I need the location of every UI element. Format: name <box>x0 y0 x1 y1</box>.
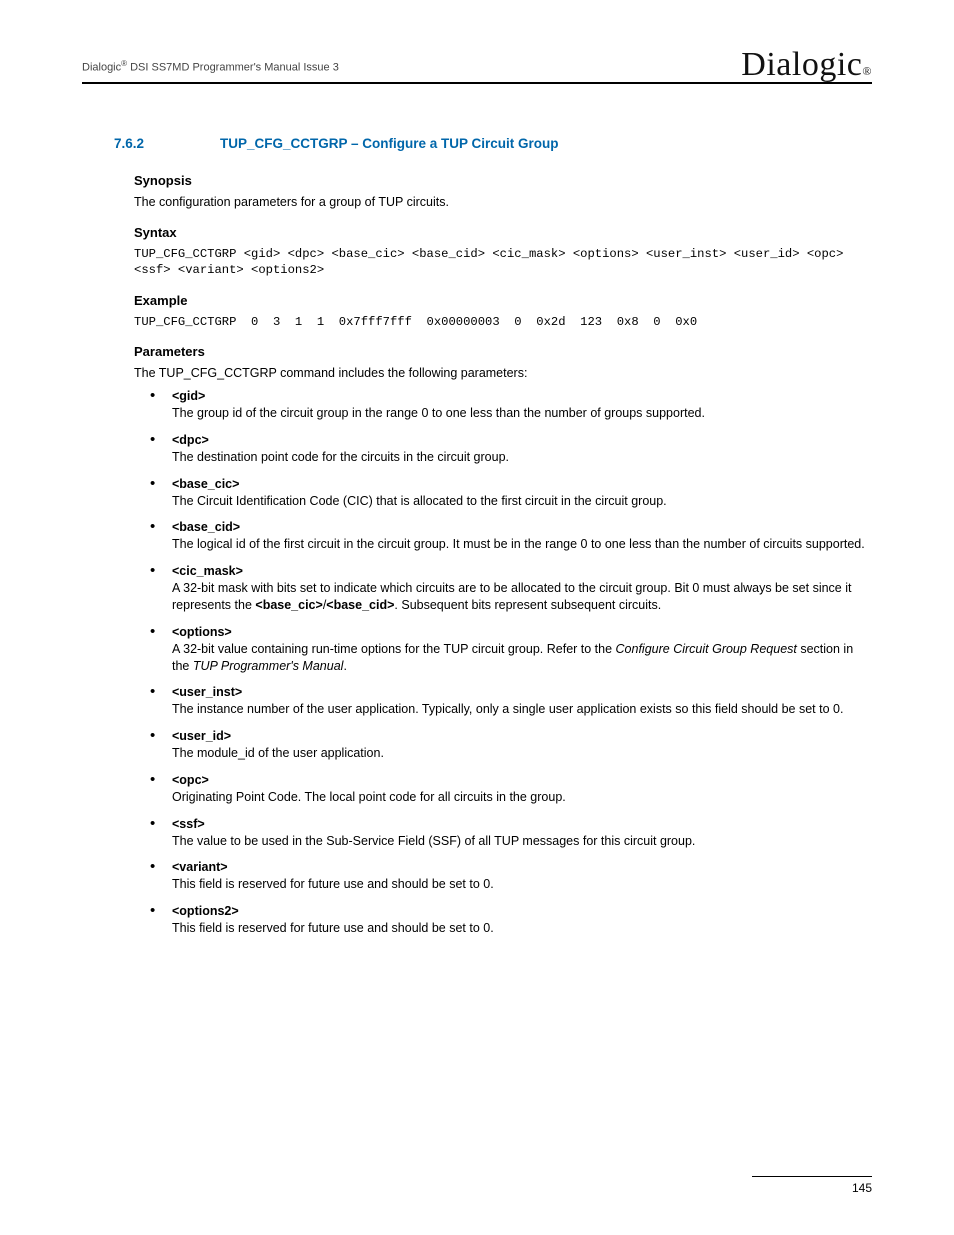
brand-logo: Dialogic® <box>741 46 872 84</box>
param-name: <user_inst> <box>172 685 242 699</box>
param-name: <gid> <box>172 389 205 403</box>
parameters-intro: The TUP_CFG_CCTGRP command includes the … <box>134 365 872 382</box>
param-desc: The destination point code for the circu… <box>172 449 872 466</box>
param-desc: This field is reserved for future use an… <box>172 876 872 893</box>
param-name: <options2> <box>172 904 239 918</box>
param-desc: Originating Point Code. The local point … <box>172 789 872 806</box>
param-base-cic: <base_cic> The Circuit Identification Co… <box>150 476 872 510</box>
param-desc: A 32-bit mask with bits set to indicate … <box>172 580 872 614</box>
syntax-text: TUP_CFG_CCTGRP <gid> <dpc> <base_cic> <b… <box>134 246 872 279</box>
page-number: 145 <box>852 1181 872 1195</box>
param-desc: The value to be used in the Sub-Service … <box>172 833 872 850</box>
param-name: <dpc> <box>172 433 209 447</box>
text: . Subsequent bits represent subsequent c… <box>394 598 661 612</box>
param-desc: The instance number of the user applicat… <box>172 701 872 718</box>
italic-text: Configure Circuit Group Request <box>616 642 797 656</box>
bold-text: <base_cic> <box>255 598 322 612</box>
param-name: <options> <box>172 625 232 639</box>
param-desc: A 32-bit value containing run-time optio… <box>172 641 872 675</box>
section-number: 7.6.2 <box>114 136 220 151</box>
parameters-list: <gid> The group id of the circuit group … <box>150 388 872 937</box>
param-name: <base_cid> <box>172 520 240 534</box>
param-gid: <gid> The group id of the circuit group … <box>150 388 872 422</box>
param-user-id: <user_id> The module_id of the user appl… <box>150 728 872 762</box>
content-area: 7.6.2TUP_CFG_CCTGRP – Configure a TUP Ci… <box>82 136 872 937</box>
synopsis-text: The configuration parameters for a group… <box>134 194 872 211</box>
italic-text: TUP Programmer's Manual <box>193 659 344 673</box>
synopsis-heading: Synopsis <box>134 173 872 188</box>
header-brand: Dialogic <box>82 62 121 74</box>
param-name: <base_cic> <box>172 477 239 491</box>
param-name: <cic_mask> <box>172 564 243 578</box>
param-name: <variant> <box>172 860 228 874</box>
param-desc: The logical id of the first circuit in t… <box>172 536 872 553</box>
param-options: <options> A 32-bit value containing run-… <box>150 624 872 675</box>
header-manual-title: Dialogic® DSI SS7MD Programmer's Manual … <box>82 59 339 80</box>
param-variant: <variant> This field is reserved for fut… <box>150 859 872 893</box>
page-footer: 145 <box>752 1176 872 1195</box>
param-ssf: <ssf> The value to be used in the Sub-Se… <box>150 816 872 850</box>
param-cic-mask: <cic_mask> A 32-bit mask with bits set t… <box>150 563 872 614</box>
param-options2: <options2> This field is reserved for fu… <box>150 903 872 937</box>
param-name: <ssf> <box>172 817 205 831</box>
logo-registered: ® <box>862 64 872 78</box>
page-header: Dialogic® DSI SS7MD Programmer's Manual … <box>82 42 872 84</box>
example-text: TUP_CFG_CCTGRP 0 3 1 1 0x7fff7fff 0x0000… <box>134 314 872 330</box>
param-user-inst: <user_inst> The instance number of the u… <box>150 684 872 718</box>
section-heading: 7.6.2TUP_CFG_CCTGRP – Configure a TUP Ci… <box>114 136 872 151</box>
param-base-cid: <base_cid> The logical id of the first c… <box>150 519 872 553</box>
param-desc: The module_id of the user application. <box>172 745 872 762</box>
text: . <box>343 659 346 673</box>
example-heading: Example <box>134 293 872 308</box>
page: Dialogic® DSI SS7MD Programmer's Manual … <box>0 0 954 1235</box>
logo-text: Dialogic <box>741 46 862 83</box>
param-desc: The group id of the circuit group in the… <box>172 405 872 422</box>
param-dpc: <dpc> The destination point code for the… <box>150 432 872 466</box>
param-name: <user_id> <box>172 729 231 743</box>
syntax-heading: Syntax <box>134 225 872 240</box>
header-manual: DSI SS7MD Programmer's Manual Issue 3 <box>127 62 339 74</box>
section-title: TUP_CFG_CCTGRP – Configure a TUP Circuit… <box>220 136 559 151</box>
text: A 32-bit value containing run-time optio… <box>172 642 616 656</box>
param-name: <opc> <box>172 773 209 787</box>
parameters-heading: Parameters <box>134 344 872 359</box>
param-opc: <opc> Originating Point Code. The local … <box>150 772 872 806</box>
bold-text: <base_cid> <box>326 598 394 612</box>
param-desc: This field is reserved for future use an… <box>172 920 872 937</box>
param-desc: The Circuit Identification Code (CIC) th… <box>172 493 872 510</box>
